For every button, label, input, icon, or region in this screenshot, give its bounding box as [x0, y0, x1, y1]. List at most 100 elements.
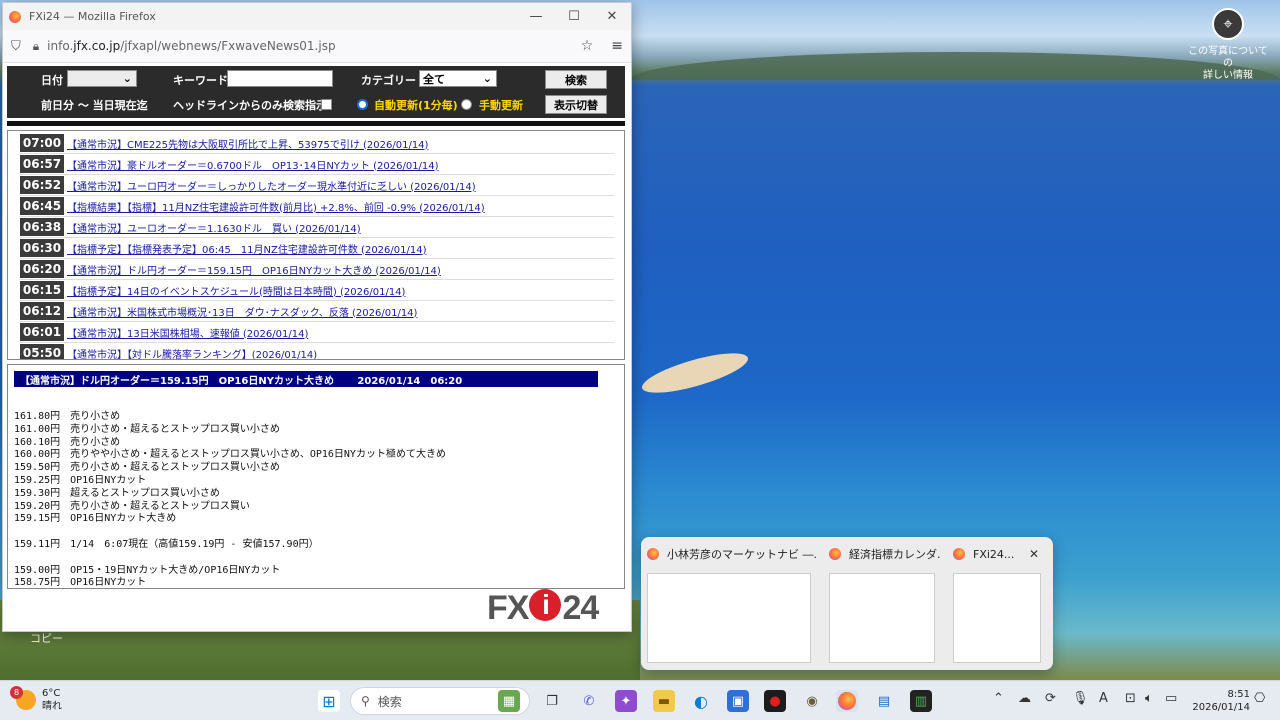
- detail-line: 159.11円 1/14 6:07現在（高値159.19円 - 安値157.90…: [14, 539, 319, 550]
- clock[interactable]: 8:51 2026/01/14: [1190, 688, 1250, 714]
- news-headline-link[interactable]: 【通常市況】ユーロ円オーダー＝しっかりしたオーダー現水準付近に乏しい (2026…: [67, 178, 476, 193]
- page-content: 日付 ⌄ キーワード カテゴリー 全て ⌄ 検索 前日分 〜 当日現在迄 ヘッドラ…: [3, 64, 631, 631]
- manual-update-radio[interactable]: [461, 99, 472, 110]
- teams-icon[interactable]: ✆: [578, 690, 600, 712]
- period-label: 前日分 〜 当日現在迄: [41, 99, 148, 112]
- news-headline-link[interactable]: 【通常市況】ドル円オーダー＝159.15円 OP16日NYカット大きめ (202…: [67, 262, 441, 277]
- edge-icon[interactable]: ◐: [690, 690, 712, 712]
- file-explorer-icon[interactable]: ▬: [653, 690, 675, 712]
- thumbnail-image: [829, 573, 935, 663]
- news-headline-link[interactable]: 【通常市況】豪ドルオーダー＝0.6700ドル OP13･14日NYカット (20…: [67, 157, 439, 172]
- news-row[interactable]: 06:01 【通常市況】13日米国株相場、速報値 (2026/01/14): [20, 322, 614, 343]
- news-row[interactable]: 06:12 【通常市況】米国株式市場概況･13日 ダウ･ナスダック、反落 (202…: [20, 301, 614, 322]
- weather-badge: 8: [10, 686, 23, 699]
- temperature: 6°C: [42, 688, 61, 699]
- taskbar: 8 6°C 晴れ ⊞ ⚲ 検索 ▦ ❐ ✆ ✦ ▬ ◐ ▣ ● ◉ ▤ ▥ ⌃ ☁ …: [0, 680, 1280, 720]
- window-title: FXi24 — Mozilla Firefox: [29, 10, 156, 23]
- news-headline-link[interactable]: 【通常市況】【対ドル騰落率ランキング】(2026/01/14): [67, 346, 317, 360]
- app-icon[interactable]: ◉: [801, 690, 823, 712]
- distant-hills: [630, 52, 1280, 80]
- notepad-icon[interactable]: ▤: [873, 690, 895, 712]
- news-row[interactable]: 06:45 【指標結果】【指標】11月NZ住宅建設許可件数(前月比) +2.8%、…: [20, 196, 614, 217]
- thumbnail-title: FXi24...: [973, 547, 1015, 561]
- news-time: 06:20: [20, 260, 64, 278]
- news-row[interactable]: 06:20 【通常市況】ドル円オーダー＝159.15円 OP16日NYカット大きめ…: [20, 259, 614, 280]
- title-bar[interactable]: FXi24 — Mozilla Firefox — ☐ ✕: [3, 3, 631, 30]
- news-headline-link[interactable]: 【通常市況】ユーロオーダー＝1.1630ドル 買い (2026/01/14): [67, 220, 361, 235]
- news-row[interactable]: 06:30 【指標予定】【指標発表予定】06:45 11月NZ住宅建設許可件数 (…: [20, 238, 614, 259]
- news-row[interactable]: 07:00 【通常市況】CME225先物は大阪取引所比で上昇、53975で引け (…: [20, 133, 614, 154]
- task-view-icon[interactable]: ❐: [541, 690, 563, 712]
- sun-icon: 8: [10, 686, 36, 710]
- url-text[interactable]: info.jfx.co.jp/jfxapl/webnews/FxwaveNews…: [47, 39, 335, 53]
- weather-widget[interactable]: 8 6°C 晴れ: [10, 686, 62, 713]
- close-button[interactable]: ✕: [593, 9, 631, 24]
- window-thumbnail[interactable]: FXi24...: [947, 543, 1047, 665]
- clock-time: 8:51: [1227, 689, 1250, 700]
- copilot-icon[interactable]: ✦: [615, 690, 637, 712]
- date-select[interactable]: ⌄: [67, 70, 137, 87]
- firefox-taskbar-icon[interactable]: [836, 690, 858, 712]
- keyword-input[interactable]: [227, 70, 333, 87]
- microphone-icon[interactable]: 🎙︎: [1072, 691, 1089, 706]
- lock-icon[interactable]: 🔒︎: [33, 39, 39, 54]
- search-controls: 日付 ⌄ キーワード カテゴリー 全て ⌄ 検索 前日分 〜 当日現在迄 ヘッドラ…: [7, 66, 625, 118]
- widgets-icon[interactable]: ▦: [498, 690, 520, 712]
- store-icon[interactable]: ▣: [727, 690, 749, 712]
- fxi24-logo: FX i 24: [487, 589, 599, 627]
- news-row[interactable]: 06:15 【指標予定】14日のイベントスケジュール(時間は日本時間) (2026…: [20, 280, 614, 301]
- search-button[interactable]: 検索: [545, 70, 607, 89]
- cloud-icon[interactable]: ☁: [1018, 691, 1031, 706]
- chevron-down-icon: ⌄: [482, 72, 492, 85]
- start-icon[interactable]: ⊞: [318, 690, 340, 712]
- thumbnail-title: 経済指標カレンダ...: [849, 548, 941, 561]
- minimize-button[interactable]: —: [517, 9, 555, 24]
- detail-line: 159.15円 OP16日NYカット大きめ: [14, 513, 177, 525]
- recorder-icon[interactable]: ●: [764, 690, 786, 712]
- news-time: 05:50: [20, 344, 64, 359]
- news-time: 06:01: [20, 323, 64, 341]
- news-row[interactable]: 06:57 【通常市況】豪ドルオーダー＝0.6700ドル OP13･14日NYカッ…: [20, 154, 614, 175]
- wallpaper-info-button[interactable]: ⌖ この写真についての 詳しい情報: [1186, 8, 1270, 82]
- address-bar[interactable]: ⛉ 🔒︎ info.jfx.co.jp/jfxapl/webnews/Fxwav…: [3, 30, 631, 63]
- clock-date: 2026/01/14: [1192, 702, 1250, 713]
- bookmark-star-icon[interactable]: ☆: [581, 38, 594, 54]
- toggle-view-button[interactable]: 表示切替: [545, 95, 607, 114]
- firefox-icon: [9, 10, 21, 23]
- news-headline-link[interactable]: 【通常市況】CME225先物は大阪取引所比で上昇、53975で引け (2026/…: [67, 136, 428, 151]
- detail-header: 【通常市況】ドル円オーダー＝159.15円 OP16日NYカット大きめ 2026…: [14, 371, 598, 387]
- maximize-button[interactable]: ☐: [555, 9, 593, 24]
- chevron-up-icon[interactable]: ⌃: [993, 691, 1004, 706]
- auto-update-radio[interactable]: [357, 99, 368, 110]
- category-select[interactable]: 全て ⌄: [419, 70, 497, 87]
- news-row[interactable]: 06:52 【通常市況】ユーロ円オーダー＝しっかりしたオーダー現水準付近に乏しい …: [20, 175, 614, 196]
- news-row[interactable]: 06:38 【通常市況】ユーロオーダー＝1.1630ドル 買い (2026/01/…: [20, 217, 614, 238]
- menu-icon[interactable]: ≡: [611, 38, 623, 54]
- news-headline-link[interactable]: 【通常市況】米国株式市場概況･13日 ダウ･ナスダック、反落 (2026/01/…: [67, 304, 417, 319]
- chart-app-icon[interactable]: ▥: [910, 690, 932, 712]
- news-headline-link[interactable]: 【指標予定】【指標発表予定】06:45 11月NZ住宅建設許可件数 (2026/…: [67, 241, 427, 256]
- window-thumbnail[interactable]: 小林芳彦のマーケットナビ ―...: [641, 543, 817, 665]
- weather-condition: 晴れ: [42, 701, 62, 712]
- thumbnail-close-button[interactable]: ✕: [1029, 547, 1039, 561]
- news-time: 06:38: [20, 218, 64, 236]
- network-icon[interactable]: ⊡: [1125, 691, 1136, 706]
- sync-icon[interactable]: ⟳: [1045, 691, 1056, 706]
- date-label: 日付: [41, 74, 63, 87]
- wallpaper-info-line1: この写真についての: [1188, 46, 1268, 69]
- news-row[interactable]: 05:50 【通常市況】【対ドル騰落率ランキング】(2026/01/14): [20, 343, 614, 360]
- ime-icon[interactable]: A: [1099, 691, 1108, 706]
- shield-icon[interactable]: ⛉: [11, 39, 21, 54]
- battery-icon[interactable]: ▭: [1165, 691, 1177, 706]
- manual-update-label[interactable]: 手動更新: [479, 95, 523, 115]
- window-thumbnail[interactable]: 経済指標カレンダ...: [823, 543, 941, 665]
- notification-icon[interactable]: ⎔: [1254, 691, 1265, 706]
- beach-spit: [638, 345, 752, 401]
- news-headline-link[interactable]: 【通常市況】13日米国株相場、速報値 (2026/01/14): [67, 325, 308, 340]
- volume-icon[interactable]: 🔈︎: [1145, 691, 1153, 706]
- auto-update-label[interactable]: 自動更新(1分毎): [374, 95, 458, 115]
- news-headline-link[interactable]: 【指標予定】14日のイベントスケジュール(時間は日本時間) (2026/01/1…: [67, 283, 405, 298]
- headline-only-checkbox[interactable]: [321, 99, 332, 110]
- news-time: 07:00: [20, 134, 64, 152]
- news-headline-link[interactable]: 【指標結果】【指標】11月NZ住宅建設許可件数(前月比) +2.8%、前回 -0…: [67, 199, 485, 214]
